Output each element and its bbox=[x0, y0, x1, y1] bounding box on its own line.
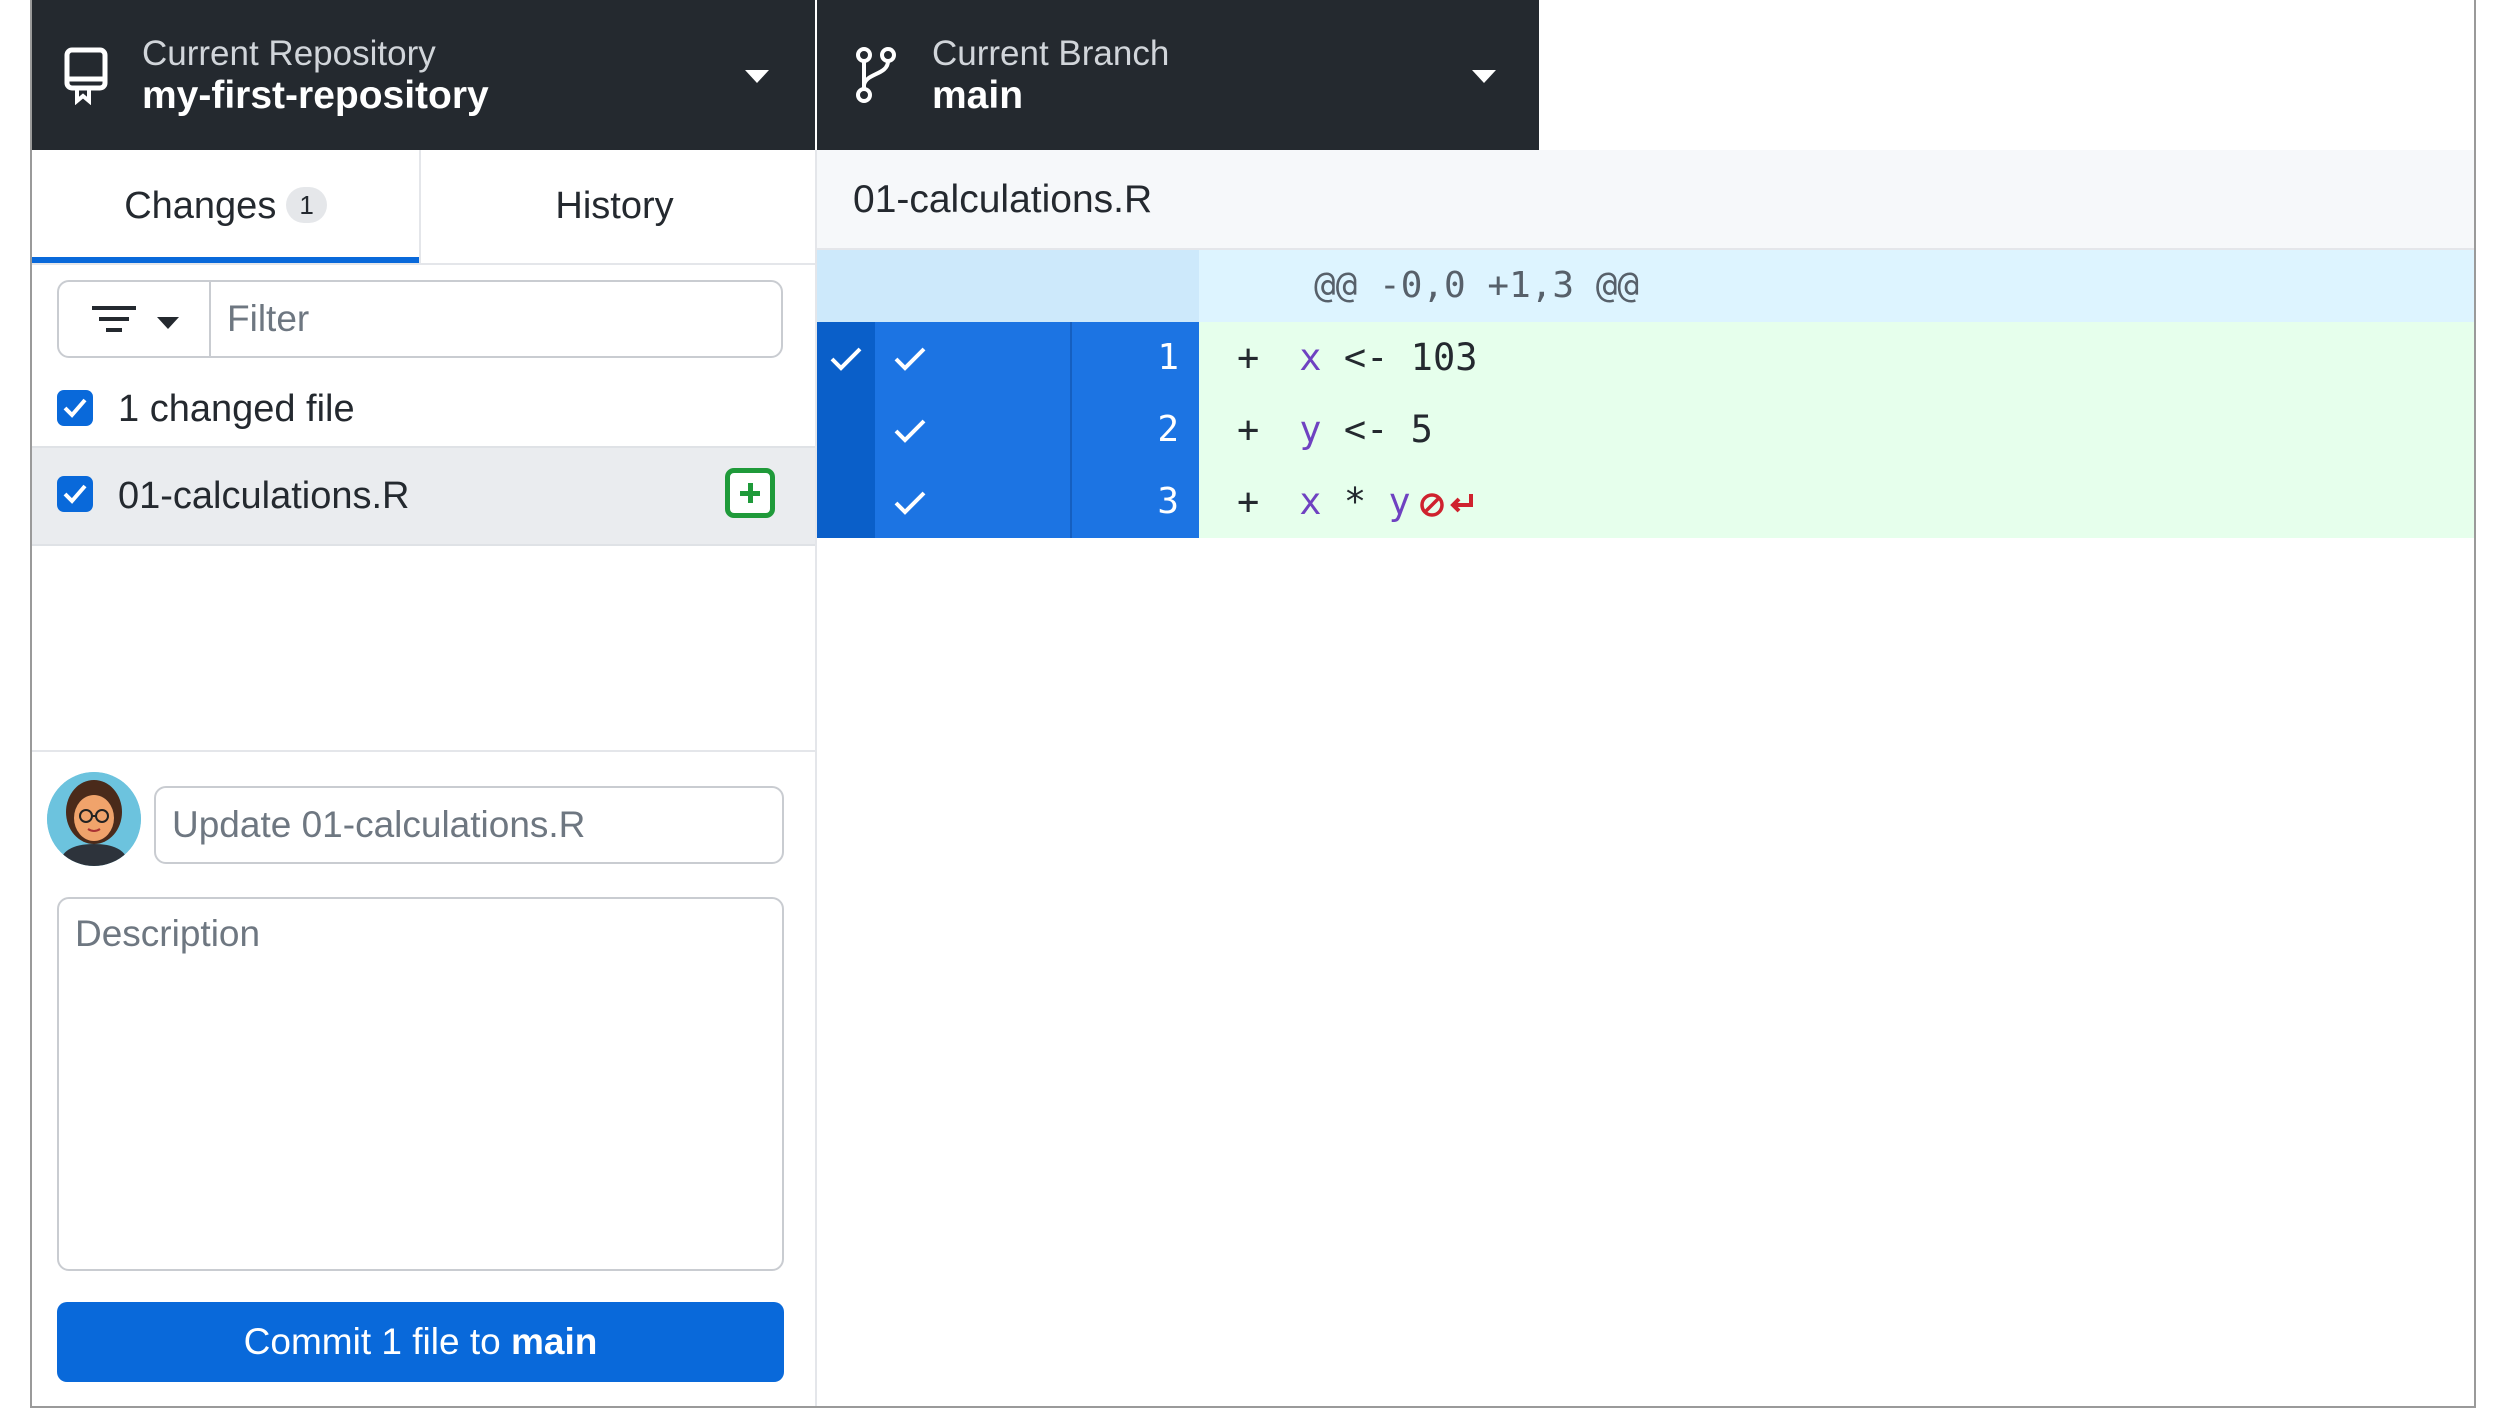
hunk-select-toggle[interactable] bbox=[817, 466, 875, 538]
commit-button[interactable]: Commit 1 file to main bbox=[57, 1302, 784, 1382]
file-added-icon bbox=[725, 468, 775, 518]
file-name: 01-calculations.R bbox=[118, 475, 410, 517]
diff-line-sign: + bbox=[1237, 336, 1260, 379]
line-select-toggle[interactable] bbox=[875, 466, 1070, 538]
current-repository-name: my-first-repository bbox=[142, 74, 489, 117]
diff-line: 3 + x * y bbox=[817, 466, 2474, 538]
diff-line-sign: + bbox=[1237, 408, 1260, 451]
line-number[interactable]: 2 bbox=[1070, 394, 1199, 466]
current-repository-label: Current Repository bbox=[142, 34, 436, 73]
checkmark-icon bbox=[63, 398, 87, 418]
code-text: <- 103 bbox=[1321, 336, 1478, 379]
hunk-select-toggle[interactable] bbox=[817, 322, 875, 394]
current-branch-label: Current Branch bbox=[932, 34, 1170, 73]
sidebar-tabs: Changes 1 History bbox=[32, 150, 815, 265]
chevron-down-icon bbox=[1472, 70, 1496, 83]
diff-file-title: 01-calculations.R bbox=[853, 178, 1153, 221]
diff-view: 01-calculations.R @@ -0,0 +1,3 @@ 1 + x <… bbox=[817, 150, 2474, 1406]
code-identifier: y bbox=[1299, 408, 1322, 451]
checkmark-icon bbox=[830, 347, 862, 371]
changes-count-badge: 1 bbox=[286, 186, 327, 223]
commit-button-prefix: Commit 1 file to bbox=[243, 1321, 511, 1362]
toolbar: Current Repository my-first-repository C… bbox=[32, 0, 2474, 150]
line-number[interactable]: 1 bbox=[1070, 322, 1199, 394]
filter-bar bbox=[57, 280, 783, 358]
diff-line-code: + y <- 5 bbox=[1237, 408, 1433, 451]
select-all-checkbox[interactable] bbox=[57, 390, 93, 426]
changed-files-count: 1 changed file bbox=[118, 388, 355, 430]
tab-history[interactable]: History bbox=[419, 150, 808, 263]
filter-options-button[interactable] bbox=[59, 282, 211, 356]
checkmark-icon bbox=[894, 347, 926, 371]
repository-icon bbox=[64, 47, 108, 105]
hunk-header-row: @@ -0,0 +1,3 @@ bbox=[817, 250, 2474, 322]
diff-line: 2 + y <- 5 bbox=[817, 394, 2474, 466]
hunk-select-toggle[interactable] bbox=[817, 394, 875, 466]
checkmark-icon bbox=[63, 484, 87, 504]
tab-changes-label: Changes bbox=[124, 185, 277, 227]
code-text: * bbox=[1321, 480, 1389, 523]
user-avatar bbox=[47, 772, 141, 866]
checkmark-icon bbox=[894, 491, 926, 515]
chevron-down-icon bbox=[745, 70, 769, 83]
current-branch-button[interactable]: Current Branch main bbox=[817, 0, 1539, 150]
changes-sidebar: Changes1 History 1 changed file bbox=[32, 150, 817, 1406]
no-newline-icon bbox=[1419, 492, 1473, 517]
filter-input[interactable] bbox=[211, 282, 771, 356]
commit-summary-input[interactable] bbox=[154, 786, 784, 864]
diff-line-code: + x <- 103 bbox=[1237, 336, 1478, 379]
commit-button-branch: main bbox=[510, 1321, 598, 1362]
hunk-header: @@ -0,0 +1,3 @@ bbox=[1314, 265, 1640, 306]
commit-form: Commit 1 file to main bbox=[32, 750, 815, 1408]
tab-changes[interactable]: Changes 1 bbox=[32, 150, 419, 263]
checkmark-icon bbox=[894, 419, 926, 443]
code-identifier: x bbox=[1299, 480, 1322, 523]
current-branch-name: main bbox=[932, 74, 1024, 117]
line-number[interactable]: 3 bbox=[1070, 466, 1199, 538]
file-list-item[interactable]: 01-calculations.R bbox=[32, 446, 815, 546]
github-desktop-window: Current Repository my-first-repository C… bbox=[30, 0, 2476, 1408]
file-include-checkbox[interactable] bbox=[57, 476, 93, 512]
select-all-row: 1 changed file bbox=[32, 370, 815, 446]
chevron-down-icon bbox=[157, 317, 179, 329]
hunk-gutter[interactable] bbox=[817, 250, 1199, 322]
code-text: <- 5 bbox=[1321, 408, 1433, 451]
filter-icon bbox=[92, 306, 136, 332]
line-select-toggle[interactable] bbox=[875, 322, 1070, 394]
diff-line: 1 + x <- 103 bbox=[817, 322, 2474, 394]
diff-line-sign: + bbox=[1237, 480, 1260, 523]
diff-header: 01-calculations.R bbox=[817, 150, 2474, 250]
commit-description-input[interactable] bbox=[57, 897, 784, 1271]
code-identifier: y bbox=[1388, 480, 1411, 523]
code-identifier: x bbox=[1299, 336, 1322, 379]
current-repository-button[interactable]: Current Repository my-first-repository bbox=[32, 0, 815, 150]
diff-line-code: + x * y bbox=[1237, 480, 1477, 523]
tab-history-label: History bbox=[555, 185, 674, 227]
branch-icon bbox=[856, 47, 896, 103]
line-select-toggle[interactable] bbox=[875, 394, 1070, 466]
